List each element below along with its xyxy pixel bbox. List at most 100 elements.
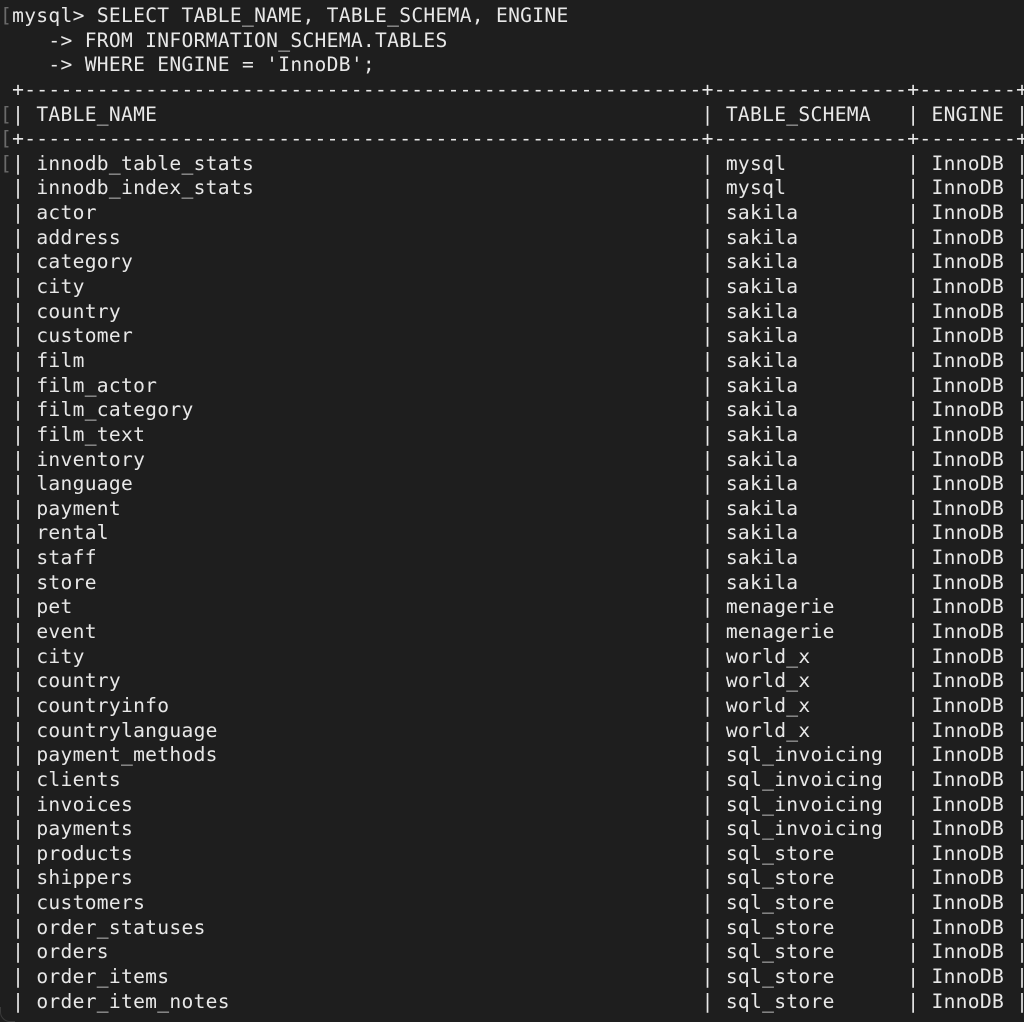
continuation-prompt: -> — [48, 28, 73, 52]
cell-table-name: payments — [36, 817, 690, 841]
cell-table-schema: menagerie — [725, 595, 896, 619]
table-row: | film_category | sakila | InnoDB | — [12, 398, 1024, 422]
cell-table-name: clients — [36, 767, 690, 791]
cell-table-name: order_item_notes — [36, 989, 690, 1013]
cell-table-name: countrylanguage — [36, 718, 690, 742]
table-row: | language | sakila | InnoDB | — [12, 472, 1024, 496]
cell-engine: InnoDB — [931, 841, 1005, 865]
cell-engine: InnoDB — [931, 595, 1005, 619]
table-row: | country | sakila | InnoDB | — [12, 299, 1024, 323]
cell-engine: InnoDB — [931, 817, 1005, 841]
cell-table-name: film_actor — [36, 373, 690, 397]
cell-table-schema: sakila — [725, 201, 896, 225]
cell-engine: InnoDB — [931, 398, 1005, 422]
cell-table-schema: mysql — [725, 151, 896, 175]
cell-table-name: country — [36, 669, 690, 693]
table-row: | payment_methods | sql_invoicing | Inno… — [12, 743, 1024, 767]
query-line-1: [mysql> SELECT TABLE_NAME, TABLE_SCHEMA,… — [0, 4, 1024, 29]
table-row: | customers | sql_store | InnoDB | — [12, 891, 1024, 915]
cell-table-name: products — [36, 841, 690, 865]
cell-table-name: inventory — [36, 447, 690, 471]
cell-table-schema: sql_invoicing — [725, 743, 896, 767]
cell-engine: InnoDB — [931, 496, 1005, 520]
cell-table-schema: sakila — [725, 225, 896, 249]
table-row: | countrylanguage | world_x | InnoDB | — [12, 718, 1024, 742]
cell-table-name: order_statuses — [36, 915, 690, 939]
table-row: | category | sakila | InnoDB | — [12, 250, 1024, 274]
header-table-name: TABLE_NAME — [36, 102, 690, 126]
query-text: WHERE ENGINE = 'InnoDB'; — [84, 53, 376, 77]
cell-table-schema: world_x — [725, 693, 896, 717]
table-border-top: +---------------------------------------… — [12, 77, 1024, 101]
cell-table-schema: sakila — [725, 250, 896, 274]
cell-engine: InnoDB — [931, 521, 1005, 545]
table-row: | city | world_x | InnoDB | — [12, 644, 1024, 668]
cell-table-schema: sakila — [725, 348, 896, 372]
cell-engine: InnoDB — [931, 620, 1005, 644]
header-table-schema: TABLE_SCHEMA — [725, 102, 896, 126]
cell-engine: InnoDB — [931, 767, 1005, 791]
cell-table-schema: sakila — [725, 275, 896, 299]
cell-table-name: rental — [36, 521, 690, 545]
cell-engine: InnoDB — [931, 743, 1005, 767]
table-row: | rental | sakila | InnoDB | — [12, 521, 1024, 545]
continuation-prompt: -> — [48, 53, 73, 77]
table-row: | order_items | sql_store | InnoDB | — [12, 964, 1024, 988]
cell-table-schema: sakila — [725, 398, 896, 422]
cell-engine: InnoDB — [931, 891, 1005, 915]
prompt: mysql> — [12, 4, 85, 27]
cell-table-schema: sql_invoicing — [725, 792, 896, 816]
cell-engine: InnoDB — [931, 176, 1005, 200]
terminal-output: [mysql> SELECT TABLE_NAME, TABLE_SCHEMA,… — [0, 4, 1024, 1014]
cell-engine: InnoDB — [931, 964, 1005, 988]
table-row: | staff | sakila | InnoDB | — [12, 546, 1024, 570]
cell-table-name: orders — [36, 940, 690, 964]
cell-table-schema: world_x — [725, 644, 896, 668]
table-row: | clients | sql_invoicing | InnoDB | — [12, 767, 1024, 791]
cell-table-schema: sakila — [725, 324, 896, 348]
table-row: | shippers | sql_store | InnoDB | — [12, 866, 1024, 890]
table-row: | order_statuses | sql_store | InnoDB | — [12, 915, 1024, 939]
cell-engine: InnoDB — [931, 250, 1005, 274]
cell-table-name: pet — [36, 595, 690, 619]
cell-table-schema: mysql — [725, 176, 896, 200]
cell-engine: InnoDB — [931, 151, 1005, 175]
cell-table-name: staff — [36, 546, 690, 570]
table-row: | payments | sql_invoicing | InnoDB | — [12, 817, 1024, 841]
cell-engine: InnoDB — [931, 299, 1005, 323]
cell-table-name: event — [36, 620, 690, 644]
cell-table-name: customer — [36, 324, 690, 348]
cell-table-schema: sql_invoicing — [725, 767, 896, 791]
cell-engine: InnoDB — [931, 546, 1005, 570]
cell-table-name: film_category — [36, 398, 690, 422]
cell-table-name: city — [36, 275, 690, 299]
cell-table-schema: sakila — [725, 422, 896, 446]
cell-engine: InnoDB — [931, 225, 1005, 249]
cell-engine: InnoDB — [931, 866, 1005, 890]
cell-engine: InnoDB — [931, 324, 1005, 348]
cell-table-schema: menagerie — [725, 620, 896, 644]
table-row: | pet | menagerie | InnoDB | — [12, 595, 1024, 619]
cell-engine: InnoDB — [931, 422, 1005, 446]
cell-table-schema: sakila — [725, 496, 896, 520]
cell-table-schema: sakila — [725, 373, 896, 397]
table-row: | address | sakila | InnoDB | — [12, 225, 1024, 249]
cell-engine: InnoDB — [931, 373, 1005, 397]
cell-table-name: customers — [36, 891, 690, 915]
cell-table-name: film_text — [36, 422, 690, 446]
cell-engine: InnoDB — [931, 792, 1005, 816]
cell-table-schema: sakila — [725, 447, 896, 471]
cell-engine: InnoDB — [931, 940, 1005, 964]
table-row: | film_actor | sakila | InnoDB | — [12, 373, 1024, 397]
cell-table-schema: sakila — [725, 472, 896, 496]
cell-table-name: invoices — [36, 792, 690, 816]
cell-table-schema: world_x — [725, 669, 896, 693]
table-row: | products | sql_store | InnoDB | — [12, 841, 1024, 865]
cell-table-schema: sql_store — [725, 964, 896, 988]
cell-table-name: store — [36, 570, 690, 594]
table-border-header: [+--------------------------------------… — [0, 127, 1024, 151]
table-row: | invoices | sql_invoicing | InnoDB | — [12, 792, 1024, 816]
cell-engine: InnoDB — [931, 447, 1005, 471]
cell-table-name: order_items — [36, 964, 690, 988]
cell-table-schema: sql_store — [725, 940, 896, 964]
